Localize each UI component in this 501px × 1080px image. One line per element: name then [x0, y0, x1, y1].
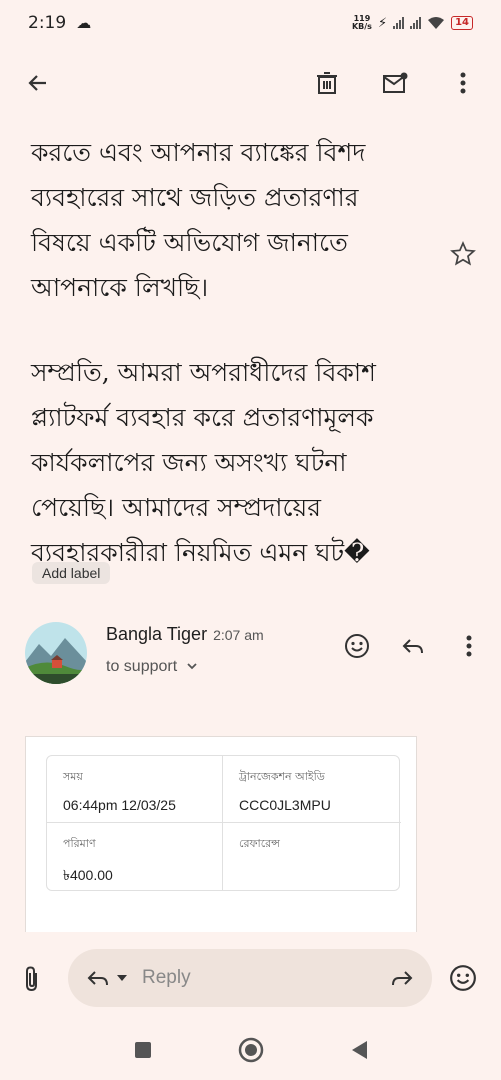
status-bar: 2:19 ☁ 119 KB/s ⚡ 14 [0, 0, 501, 46]
email-paragraph: করতে এবং আপনার ব্যাঙ্কের বিশদ ব্যবহারের … [31, 138, 366, 302]
reply-composer: Reply [0, 932, 501, 1024]
attach-icon[interactable] [22, 965, 48, 992]
transaction-card: সময় 06:44pm 12/03/25 ট্রানজেকশন আইডি CC… [25, 736, 417, 936]
status-time: 2:19 [28, 13, 67, 33]
home-icon[interactable] [238, 1037, 264, 1067]
delete-icon[interactable] [311, 67, 343, 99]
star-icon[interactable] [450, 241, 478, 269]
signal-icon [410, 17, 422, 29]
amount-cell: পরিমাণ ৳400.00 [47, 823, 223, 890]
forward-icon[interactable] [390, 968, 414, 988]
recents-icon[interactable] [133, 1040, 153, 1064]
emoji-reaction-icon[interactable] [341, 630, 373, 662]
email-body: করতে এবং আপনার ব্যাঙ্কের বিশদ ব্যবহারের … [31, 130, 441, 615]
app-bar [0, 46, 501, 120]
mark-unread-icon[interactable] [379, 67, 411, 99]
back-arrow-icon[interactable] [22, 67, 54, 99]
signal-icon [393, 17, 405, 29]
reference-cell: রেফারেন্স [239, 837, 280, 850]
network-speed: 119 KB/s [351, 14, 372, 31]
transaction-table: সময় 06:44pm 12/03/25 ট্রানজেকশন আইডি CC… [46, 755, 401, 891]
back-icon[interactable] [349, 1039, 369, 1065]
emoji-icon[interactable] [449, 964, 477, 992]
volte-icon: ⚡ [377, 15, 388, 31]
add-label-chip[interactable]: Add label [32, 562, 111, 584]
sender-time: 2:07 am [213, 627, 264, 643]
more-vert-icon[interactable] [453, 630, 485, 662]
chevron-down-icon [186, 663, 197, 670]
sender-row[interactable]: Bangla Tiger 2:07 am to support [25, 620, 485, 690]
transaction-id-cell: ট্রানজেকশন আইডি CCC0JL3MPU [223, 756, 401, 823]
avatar [25, 622, 87, 684]
sender-name: Bangla Tiger 2:07 am [106, 624, 264, 644]
wifi-icon [428, 17, 445, 29]
time-cell: সময় 06:44pm 12/03/25 [47, 756, 223, 823]
reply-input[interactable]: Reply [68, 949, 432, 1007]
battery-icon: 14 [451, 16, 473, 30]
reply-icon[interactable] [86, 968, 110, 988]
recipient-dropdown[interactable]: to support [106, 658, 198, 676]
cloud-icon: ☁ [76, 14, 92, 32]
caret-down-icon[interactable] [116, 974, 128, 982]
reply-icon[interactable] [397, 630, 429, 662]
reply-placeholder: Reply [142, 967, 191, 988]
email-paragraph: সম্প্রতি, আমরা অপরাধীদের বিকাশ প্ল্যাটফর… [31, 358, 376, 567]
system-nav-bar [0, 1024, 501, 1080]
more-vert-icon[interactable] [447, 67, 479, 99]
